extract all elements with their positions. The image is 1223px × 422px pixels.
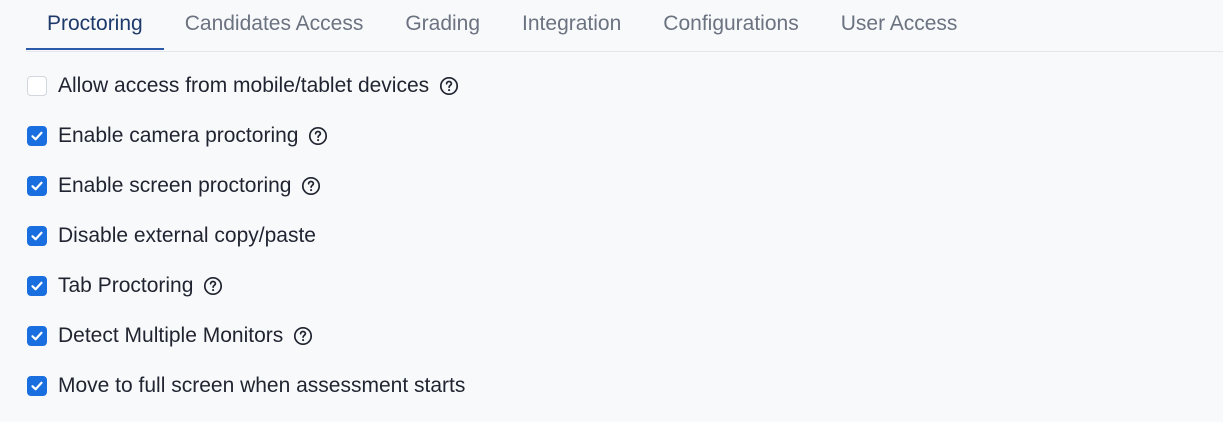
option-mobile-access: Allow access from mobile/tablet devices — [27, 61, 465, 111]
checkmark-icon — [31, 231, 43, 241]
option-disable-copy-paste: Disable external copy/paste — [27, 211, 465, 261]
option-detect-multiple-monitors: Detect Multiple Monitors — [27, 311, 465, 361]
detect-multiple-monitors-checkbox[interactable] — [27, 326, 47, 346]
question-circle-icon[interactable] — [308, 126, 328, 146]
option-label: Enable screen proctoring — [58, 174, 292, 197]
full-screen-checkbox[interactable] — [27, 376, 47, 396]
proctoring-options: Allow access from mobile/tablet devices … — [27, 61, 465, 411]
tab-grading[interactable]: Grading — [384, 0, 501, 50]
tab-configurations[interactable]: Configurations — [642, 0, 819, 50]
option-label: Tab Proctoring — [58, 274, 194, 297]
option-label: Enable camera proctoring — [58, 124, 299, 147]
disable-copy-paste-checkbox[interactable] — [27, 226, 47, 246]
option-label: Detect Multiple Monitors — [58, 324, 284, 347]
tab-candidates-access[interactable]: Candidates Access — [164, 0, 385, 50]
checkmark-icon — [31, 131, 43, 141]
tab-proctoring-checkbox[interactable] — [27, 276, 47, 296]
checkmark-icon — [31, 181, 43, 191]
tab-integration[interactable]: Integration — [501, 0, 642, 50]
option-label: Allow access from mobile/tablet devices — [58, 74, 430, 97]
mobile-access-checkbox[interactable] — [27, 76, 47, 96]
tab-user-access[interactable]: User Access — [820, 0, 979, 50]
option-tab-proctoring: Tab Proctoring — [27, 261, 465, 311]
question-circle-icon[interactable] — [203, 276, 223, 296]
checkmark-icon — [31, 381, 43, 391]
checkmark-icon — [31, 331, 43, 341]
question-circle-icon[interactable] — [439, 76, 459, 96]
question-circle-icon[interactable] — [293, 326, 313, 346]
option-full-screen: Move to full screen when assessment star… — [27, 361, 465, 411]
question-circle-icon[interactable] — [301, 176, 321, 196]
settings-tabs: Proctoring Candidates Access Grading Int… — [26, 0, 1223, 52]
option-camera-proctoring: Enable camera proctoring — [27, 111, 465, 161]
checkmark-icon — [31, 281, 43, 291]
option-screen-proctoring: Enable screen proctoring — [27, 161, 465, 211]
option-label: Disable external copy/paste — [58, 224, 316, 247]
tab-proctoring[interactable]: Proctoring — [26, 0, 164, 50]
camera-proctoring-checkbox[interactable] — [27, 126, 47, 146]
option-label: Move to full screen when assessment star… — [58, 374, 466, 397]
screen-proctoring-checkbox[interactable] — [27, 176, 47, 196]
